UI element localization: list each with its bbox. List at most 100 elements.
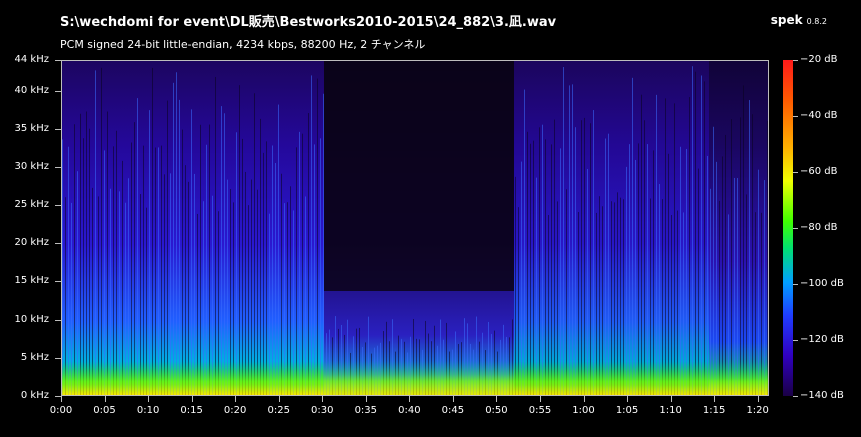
spectral-streak <box>191 109 192 395</box>
time-tick-label: 0:35 <box>354 405 378 416</box>
spectral-streak <box>722 156 723 395</box>
quiet-region <box>324 61 514 291</box>
level-tick <box>793 172 798 173</box>
time-tick <box>278 396 280 402</box>
level-color-bar <box>783 60 793 396</box>
spectral-streak <box>635 159 636 395</box>
time-tick-label: 0:15 <box>180 405 203 416</box>
spectral-streak <box>581 120 582 395</box>
time-tick-label: 1:10 <box>659 405 682 416</box>
freq-tick <box>55 60 61 61</box>
spectral-streak <box>296 147 297 395</box>
level-tick <box>793 116 798 117</box>
time-tick <box>235 396 237 402</box>
freq-tick-label: 0 kHz <box>20 390 49 401</box>
time-tick-label: 0:40 <box>398 405 421 416</box>
spectral-streak <box>680 146 681 395</box>
time-tick <box>409 396 411 402</box>
spectral-streak <box>107 111 108 395</box>
level-tick-label: −120 dB <box>800 334 844 345</box>
file-title: S:\wechdomi for event\DL販売\Bestworks2010… <box>60 15 557 30</box>
time-tick <box>322 396 324 402</box>
app-brand: spek 0.8.2 <box>771 13 827 27</box>
spectral-streak <box>260 118 261 395</box>
freq-tick <box>55 166 61 168</box>
level-tick-label: −60 dB <box>800 166 838 177</box>
spectral-streak <box>167 100 168 395</box>
spectral-streak <box>701 75 702 395</box>
spectral-streak <box>113 146 114 395</box>
spectral-streak <box>626 166 627 395</box>
time-tick <box>104 396 106 402</box>
time-tick-label: 0:45 <box>441 405 465 416</box>
level-tick-label: −40 dB <box>800 110 838 121</box>
spectral-streak <box>263 152 264 395</box>
spectral-streak <box>236 132 237 395</box>
time-tick-label: 0:30 <box>311 405 334 416</box>
app-name: spek <box>770 13 803 27</box>
freq-tick-label: 15 kHz <box>14 275 49 287</box>
spectral-streak <box>656 94 657 395</box>
spectral-streak <box>563 67 564 395</box>
freq-tick <box>55 90 61 92</box>
spectral-streak <box>185 165 186 395</box>
level-tick-label: −20 dB <box>800 54 838 65</box>
time-tick <box>452 396 454 402</box>
spectral-streak <box>122 160 123 395</box>
spectral-streak <box>155 147 156 395</box>
spectral-streak <box>134 122 135 395</box>
spectrogram <box>61 60 769 396</box>
time-tick <box>714 396 716 402</box>
spectral-streak <box>179 99 180 395</box>
spectral-streak <box>533 140 534 395</box>
level-tick <box>793 228 798 229</box>
time-tick-label: 0:20 <box>223 405 247 416</box>
time-tick-label: 1:05 <box>615 405 639 416</box>
time-tick-label: 0:05 <box>93 405 116 416</box>
spectral-streak <box>104 150 105 395</box>
freq-tick <box>55 205 61 207</box>
spectral-streak <box>95 70 96 395</box>
spectral-streak <box>182 129 183 395</box>
freq-tick <box>55 357 61 359</box>
spectral-streak <box>530 143 531 395</box>
spectral-streak <box>161 145 162 395</box>
spectral-streak <box>152 67 153 395</box>
spectral-streak <box>572 84 573 395</box>
level-tick-label: −80 dB <box>800 222 838 233</box>
spectral-streak <box>569 85 570 395</box>
spectral-streak <box>242 138 243 395</box>
spectral-streak <box>716 161 717 395</box>
spectral-streak <box>83 138 84 395</box>
time-tick-label: 0:50 <box>485 405 508 416</box>
spectral-streak <box>311 75 312 395</box>
spectral-streak <box>647 144 648 395</box>
spectral-streak <box>149 110 150 395</box>
spectral-streak <box>62 139 63 395</box>
spectral-streak <box>551 144 552 395</box>
spectral-streak <box>224 113 225 395</box>
spectral-streak <box>674 103 675 395</box>
spectral-streak <box>200 124 201 395</box>
spectral-streak <box>605 138 606 395</box>
time-tick-label: 1:20 <box>746 405 769 416</box>
time-tick <box>148 396 150 402</box>
level-tick <box>793 284 798 285</box>
spectral-streak <box>542 124 543 395</box>
spectral-streak <box>278 104 279 395</box>
spectral-streak <box>524 89 525 395</box>
spectral-streak <box>74 124 75 395</box>
freq-tick <box>55 243 61 245</box>
spectral-streak <box>101 67 102 395</box>
level-tick-label: −140 dB <box>800 390 844 401</box>
spectral-streak <box>707 155 708 395</box>
spectral-streak <box>689 97 690 395</box>
spectral-streak <box>137 98 138 395</box>
time-tick <box>627 396 629 402</box>
spectral-streak <box>593 110 594 395</box>
spectral-streak <box>725 134 726 395</box>
spectral-streak <box>143 145 144 395</box>
spectral-streak <box>704 81 705 395</box>
spectral-streak <box>299 131 300 395</box>
spectral-streak <box>86 111 87 395</box>
